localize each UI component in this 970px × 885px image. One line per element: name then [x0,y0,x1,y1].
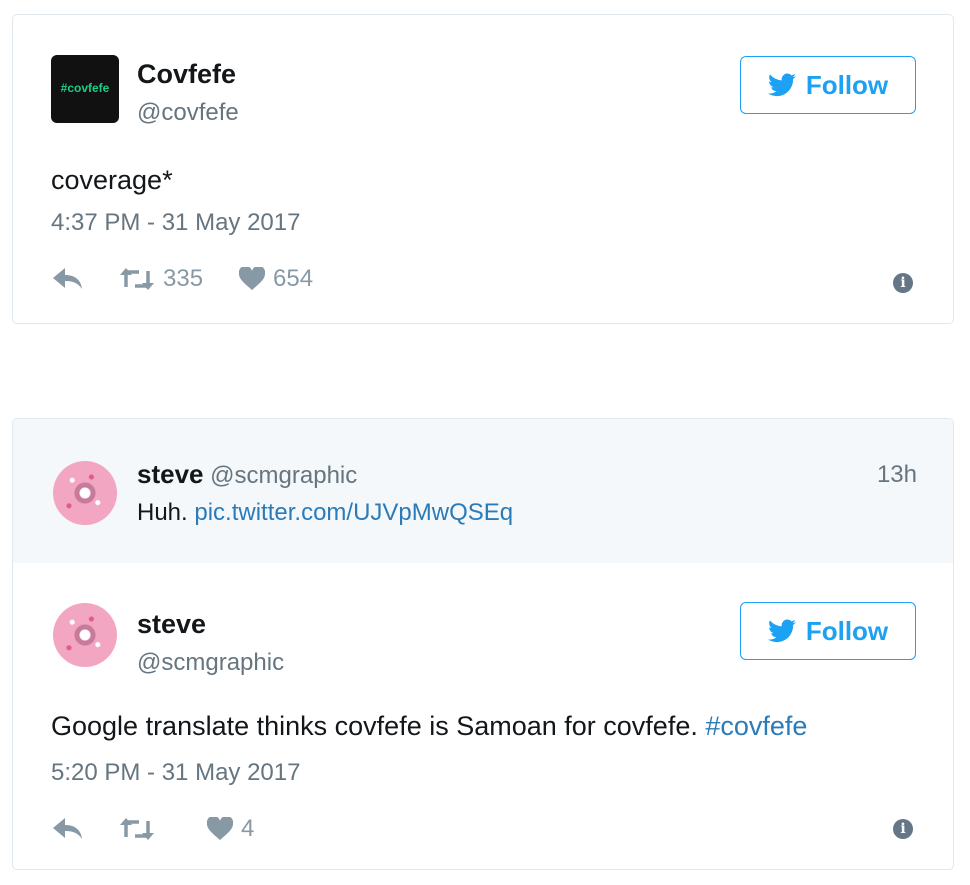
follow-label: Follow [805,615,889,646]
reply-pic-link[interactable]: pic.twitter.com/UJVpMwQSEq [194,499,513,526]
retweet-button[interactable] [119,817,163,841]
sprinkles-decoration [53,603,117,667]
retweet-button[interactable]: 335 [119,265,203,293]
follow-button[interactable]: Follow [740,56,916,114]
avatar-steve-small[interactable] [53,461,117,525]
tweet-actions: 4 [53,815,254,843]
like-button[interactable]: 654 [239,265,313,293]
reply-text: Huh. pic.twitter.com/UJVpMwQSEq [137,499,513,527]
hashtag-link[interactable]: #covfefe [705,711,807,741]
display-name[interactable]: Covfefe [137,59,236,90]
avatar-covfefe[interactable]: #covfefe [51,55,119,123]
reply-handle[interactable]: @scmgraphic [210,462,357,489]
display-name[interactable]: steve [137,609,206,640]
tweet-timestamp[interactable]: 5:20 PM - 31 May 2017 [51,759,300,787]
reply-icon [53,818,82,839]
twitter-bird-icon [767,619,796,643]
reply-header: steve @scmgraphic [137,459,357,490]
tweet-timestamp[interactable]: 4:37 PM - 31 May 2017 [51,209,300,237]
reply-context[interactable]: steve @scmgraphic 13h Huh. pic.twitter.c… [13,419,953,563]
tweet-text: Google translate thinks covfefe is Samoa… [51,711,807,742]
heart-icon [239,267,266,290]
reply-text-prefix: Huh. [137,499,188,526]
info-icon[interactable]: i [893,819,913,839]
reply-name[interactable]: steve [137,459,204,489]
heart-icon [207,817,233,840]
reply-button[interactable] [53,818,83,840]
user-handle[interactable]: @scmgraphic [137,649,284,677]
follow-label: Follow [805,69,889,100]
retweet-icon [120,268,154,290]
sprinkles-decoration [53,461,117,525]
tweet-card-steve: steve @scmgraphic 13h Huh. pic.twitter.c… [12,418,954,870]
reply-button[interactable] [53,268,83,290]
reply-icon [53,268,82,289]
follow-button[interactable]: Follow [740,602,916,660]
like-count: 4 [241,815,255,842]
info-icon[interactable]: i [893,273,913,293]
reply-age[interactable]: 13h [877,461,917,489]
like-count: 654 [273,265,314,292]
retweet-count: 335 [163,265,204,292]
like-button[interactable]: 4 [207,815,254,843]
avatar-steve[interactable] [53,603,117,667]
tweet-text-body: Google translate thinks covfefe is Samoa… [51,711,698,741]
tweet-text: coverage* [51,165,173,195]
user-handle[interactable]: @covfefe [137,99,239,127]
twitter-bird-icon [767,73,796,97]
avatar-text: #covfefe [60,81,110,95]
tweet-actions: 335 654 [53,265,313,293]
tweet-card-covfefe: #covfefe Covfefe @covfefe Follow coverag… [12,14,954,324]
retweet-icon [120,818,154,840]
